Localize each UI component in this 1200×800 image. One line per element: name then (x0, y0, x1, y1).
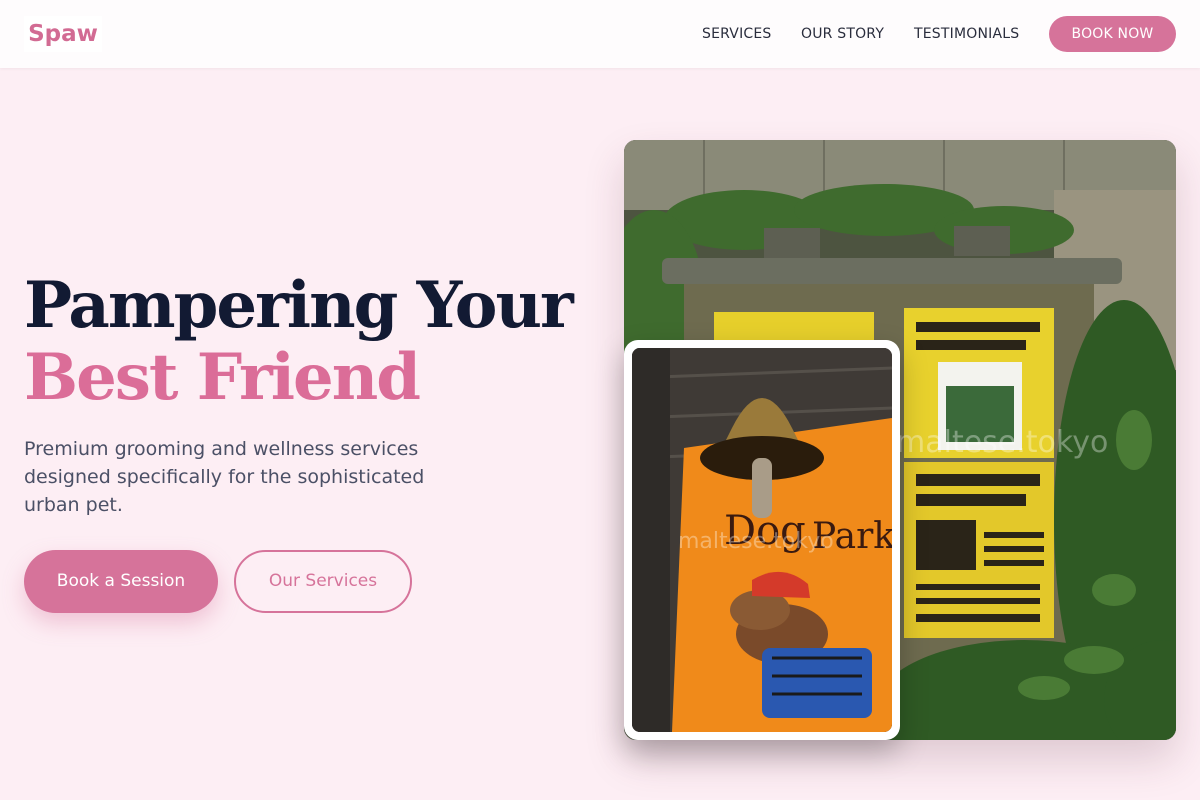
main-photo-watermark: maltese.tokyo (896, 425, 1108, 460)
nav-link-services[interactable]: SERVICES (702, 24, 772, 44)
top-navbar: Spaw SERVICES OUR STORY TESTIMONIALS BOO… (0, 0, 1200, 68)
headline-line-1: Pampering Your (24, 268, 574, 343)
hero-headline: Pampering Your Best Friend (24, 268, 574, 415)
brand-logo[interactable]: Spaw (24, 16, 102, 52)
book-now-button[interactable]: BOOK NOW (1049, 16, 1176, 52)
nav-link-testimonials[interactable]: TESTIMONIALS (914, 24, 1019, 44)
our-services-button[interactable]: Our Services (234, 550, 412, 613)
inset-photo-watermark: maltese.tokyo (678, 529, 834, 554)
nav-link-our-story[interactable]: OUR STORY (801, 24, 884, 44)
inset-photo-frame: Dog Park maltese.tokyo (632, 348, 892, 732)
book-session-button[interactable]: Book a Session (24, 550, 218, 613)
headline-line-2: Best Friend (24, 340, 421, 415)
inset-photo-illustration: Dog Park maltese.tokyo (632, 348, 892, 732)
hero-subtitle: Premium grooming and wellness services d… (24, 438, 425, 516)
hero-inset-image: Dog Park maltese.tokyo (624, 340, 900, 740)
